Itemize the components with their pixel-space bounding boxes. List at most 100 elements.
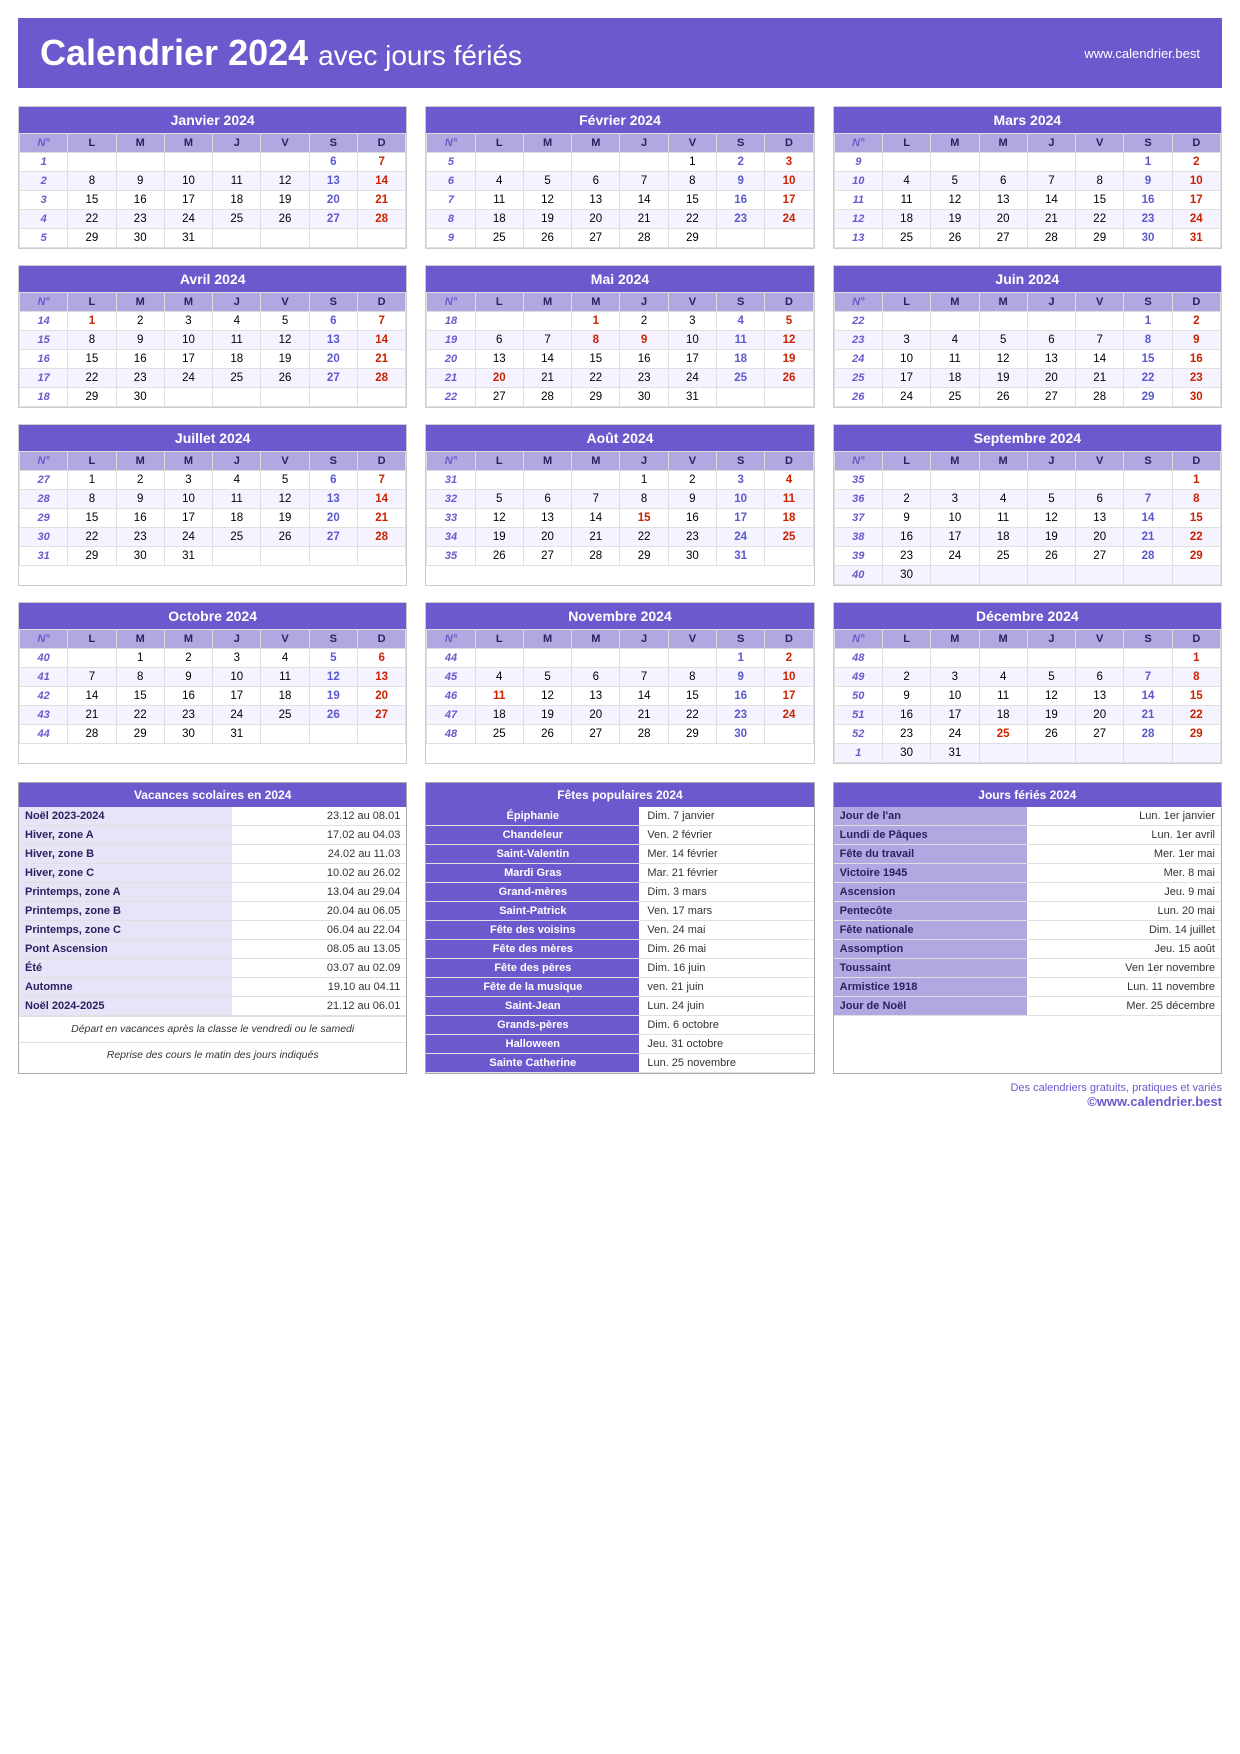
table-row: 32567891011 (427, 490, 813, 509)
header-website: www.calendrier.best (1084, 46, 1200, 61)
month-block-8: Septembre 2024N°LMMJVSD35136234567837910… (833, 424, 1222, 586)
table-row: 167 (20, 153, 406, 172)
list-item: Automne19.10 au 04.11 (19, 978, 406, 997)
table-row: 1218192021222324 (834, 210, 1220, 229)
table-row: 15891011121314 (20, 331, 406, 350)
table-row: 31293031 (20, 547, 406, 566)
table-row: 4718192021222324 (427, 706, 813, 725)
table-row: 1722232425262728 (20, 369, 406, 388)
table-row: 5293031 (20, 229, 406, 248)
table-row: 3419202122232425 (427, 528, 813, 547)
table-row: 645678910 (427, 172, 813, 191)
month-block-0: Janvier 2024N°LMMJVSD1672891011121314315… (18, 106, 407, 249)
table-row: 1325262728293031 (834, 229, 1220, 248)
fetes-header: Fêtes populaires 2024 (426, 783, 813, 807)
footer: Des calendriers gratuits, pratiques et v… (18, 1082, 1222, 1109)
table-row: 271234567 (20, 471, 406, 490)
month-header-5: Juin 2024 (834, 266, 1221, 292)
list-item: Hiver, zone C10.02 au 26.02 (19, 864, 406, 883)
table-row: 196789101112 (427, 331, 813, 350)
month-header-4: Mai 2024 (426, 266, 813, 292)
table-row: 311234 (427, 471, 813, 490)
list-item: Grand-mèresDim. 3 mars (426, 883, 813, 902)
jours-table: Jour de l'anLun. 1er janvierLundi de Pâq… (834, 807, 1221, 1016)
table-row: 1045678910 (834, 172, 1220, 191)
list-item: AssomptionJeu. 15 août (834, 940, 1221, 959)
calendars-grid: Janvier 2024N°LMMJVSD1672891011121314315… (18, 106, 1222, 764)
footer-line1: Des calendriers gratuits, pratiques et v… (18, 1082, 1222, 1094)
list-item: Fête nationaleDim. 14 juillet (834, 921, 1221, 940)
list-item: Printemps, zone A13.04 au 29.04 (19, 883, 406, 902)
month-table-5: N°LMMJVSD2212233456789241011121314151625… (834, 292, 1221, 407)
table-row: 1615161718192021 (20, 350, 406, 369)
list-item: ÉpiphanieDim. 7 janvier (426, 807, 813, 826)
list-item: Hiver, zone A17.02 au 04.03 (19, 826, 406, 845)
table-row: 3022232425262728 (20, 528, 406, 547)
footer-line2: ©www.calendrier.best (18, 1094, 1222, 1109)
table-row: 362345678 (834, 490, 1220, 509)
list-item: PentecôteLun. 20 mai (834, 902, 1221, 921)
fetes-block: Fêtes populaires 2024ÉpiphanieDim. 7 jan… (425, 782, 814, 1074)
month-table-2: N°LMMJVSD9121045678910111112131415161712… (834, 133, 1221, 248)
fetes-table: ÉpiphanieDim. 7 janvierChandeleurVen. 2 … (426, 807, 813, 1073)
table-row: 222728293031 (427, 388, 813, 407)
table-row: 5116171819202122 (834, 706, 1220, 725)
table-row: 4321222324252627 (20, 706, 406, 725)
table-row: 92526272829 (427, 229, 813, 248)
month-table-11: N°LMMJVSD4814923456785091011121314155116… (834, 629, 1221, 763)
list-item: HalloweenJeu. 31 octobre (426, 1035, 813, 1054)
list-item: ChandeleurVen. 2 février (426, 826, 813, 845)
table-row: 4412 (427, 649, 813, 668)
month-table-8: N°LMMJVSD3513623456783791011121314153816… (834, 451, 1221, 585)
table-row: 4030 (834, 566, 1220, 585)
table-row: 912 (834, 153, 1220, 172)
list-item: Été03.07 au 02.09 (19, 959, 406, 978)
list-item: Hiver, zone B24.02 au 11.03 (19, 845, 406, 864)
table-row: 141234567 (20, 312, 406, 331)
table-row: 2891011121314 (20, 172, 406, 191)
month-block-2: Mars 2024N°LMMJVSD9121045678910111112131… (833, 106, 1222, 249)
table-row: 2013141516171819 (427, 350, 813, 369)
table-row: 5223242526272829 (834, 725, 1220, 744)
table-row: 315161718192021 (20, 191, 406, 210)
month-table-3: N°LMMJVSD1412345671589101112131416151617… (19, 292, 406, 407)
table-row: 4178910111213 (20, 668, 406, 687)
table-row: 233456789 (834, 331, 1220, 350)
month-table-6: N°LMMJVSD2712345672889101112131429151617… (19, 451, 406, 566)
header-title: Calendrier 2024 avec jours fériés (40, 32, 522, 74)
month-block-11: Décembre 2024N°LMMJVSD481492345678509101… (833, 602, 1222, 764)
list-item: Pont Ascension08.05 au 13.05 (19, 940, 406, 959)
list-item: Sainte CatherineLun. 25 novembre (426, 1054, 813, 1073)
month-header-3: Avril 2024 (19, 266, 406, 292)
list-item: Noël 2024-202521.12 au 06.01 (19, 997, 406, 1016)
month-table-9: N°LMMJVSD4012345641789101112134214151617… (19, 629, 406, 744)
table-row: 40123456 (20, 649, 406, 668)
table-row: 3312131415161718 (427, 509, 813, 528)
list-item: Saint-JeanLun. 24 juin (426, 997, 813, 1016)
table-row: 2517181920212223 (834, 369, 1220, 388)
header: Calendrier 2024 avec jours fériés www.ca… (18, 18, 1222, 88)
vacances-header: Vacances scolaires en 2024 (19, 783, 406, 807)
month-table-10: N°LMMJVSD4412454567891046111213141516174… (426, 629, 813, 744)
jours-block: Jours fériés 2024Jour de l'anLun. 1er ja… (833, 782, 1222, 1074)
vacances-block: Vacances scolaires en 2024Noël 2023-2024… (18, 782, 407, 1074)
table-row: 1812345 (427, 312, 813, 331)
table-row: 4545678910 (427, 668, 813, 687)
month-block-3: Avril 2024N°LMMJVSD141234567158910111213… (18, 265, 407, 408)
table-row: 2120212223242526 (427, 369, 813, 388)
list-item: Armistice 1918Lun. 11 novembre (834, 978, 1221, 997)
list-item: Fête des mèresDim. 26 mai (426, 940, 813, 959)
table-row: 3923242526272829 (834, 547, 1220, 566)
list-item: Victoire 1945Mer. 8 mai (834, 864, 1221, 883)
list-item: Jour de NoëlMer. 25 décembre (834, 997, 1221, 1016)
table-row: 2915161718192021 (20, 509, 406, 528)
table-row: 35262728293031 (427, 547, 813, 566)
list-item: Saint-PatrickVen. 17 mars (426, 902, 813, 921)
table-row: 28891011121314 (20, 490, 406, 509)
header-subtitle-text: avec jours fériés (318, 40, 522, 71)
table-row: 48252627282930 (427, 725, 813, 744)
list-item: Grands-pèresDim. 6 octobre (426, 1016, 813, 1035)
table-row: 481 (834, 649, 1220, 668)
month-block-1: Février 2024N°LMMJVSD5123645678910711121… (425, 106, 814, 249)
table-row: 379101112131415 (834, 509, 1220, 528)
